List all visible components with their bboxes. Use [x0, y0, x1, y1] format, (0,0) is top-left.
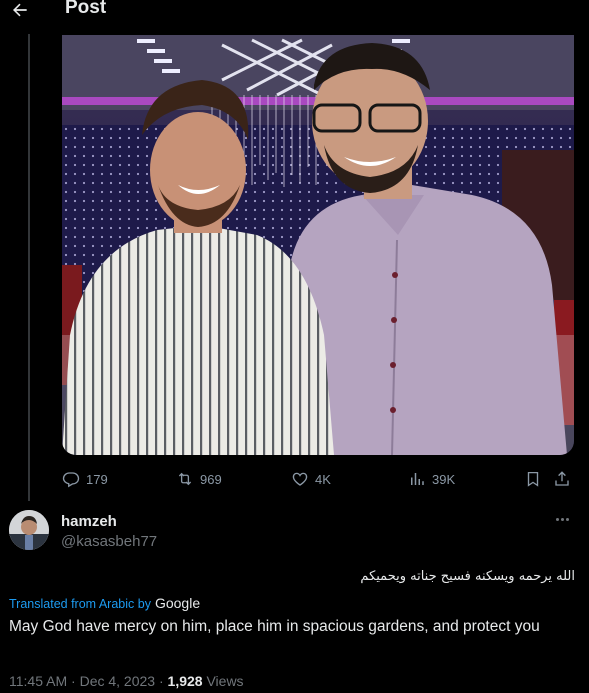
reply-count: 179 — [86, 471, 108, 487]
like-icon — [292, 472, 308, 486]
repost-count: 969 — [200, 471, 222, 487]
separator: · — [71, 673, 80, 689]
translated-from-link[interactable]: Translated from Arabic by — [9, 597, 151, 611]
like-button[interactable]: 4K — [291, 468, 331, 490]
more-dots-icon — [555, 517, 559, 521]
like-count: 4K — [315, 471, 331, 487]
photo-illustration — [62, 35, 574, 455]
reply-author: hamzeh @kasasbeh77 — [9, 510, 579, 554]
user-handle[interactable]: @kasasbeh77 — [61, 533, 157, 550]
translation-attribution: Translated from Arabic by Google — [9, 595, 200, 611]
back-button[interactable] — [6, 0, 34, 24]
views-count: 39K — [432, 471, 456, 487]
bookmark-button[interactable] — [524, 468, 542, 490]
avatar[interactable] — [9, 510, 49, 550]
avatar-image — [9, 510, 49, 550]
translated-text: May God have mercy on him, place him in … — [9, 618, 540, 635]
share-icon — [555, 471, 569, 486]
bookmark-icon — [527, 471, 539, 487]
post-date[interactable]: Dec 4, 2023 — [80, 673, 156, 689]
arrow-left-icon — [13, 3, 27, 17]
views-label: Views — [206, 673, 244, 689]
views-total: 1,928 — [167, 673, 203, 689]
repost-button[interactable]: 969 — [176, 468, 222, 490]
reply-button[interactable]: 179 — [62, 468, 108, 490]
thread-line — [28, 34, 30, 501]
top-bar: Post — [0, 0, 589, 34]
views-button[interactable]: 39K — [408, 468, 455, 490]
separator: · — [158, 673, 168, 689]
reply-icon — [62, 472, 80, 488]
original-text: الله يرحمه ويسكنه فسيح جناته ويحميكم — [360, 569, 575, 584]
more-options-button[interactable] — [551, 512, 573, 526]
post-meta: 11:45 AM · Dec 4, 2023 · 1,928 Views — [9, 673, 244, 689]
repost-icon — [178, 472, 192, 486]
post-image[interactable] — [62, 35, 574, 455]
page-title: Post — [65, 0, 107, 18]
display-name[interactable]: hamzeh — [61, 513, 117, 530]
share-button[interactable] — [553, 468, 571, 490]
google-logo: Google — [154, 595, 201, 611]
views-icon — [411, 473, 424, 485]
post-actions: 179 969 4K 39K — [62, 468, 574, 492]
post-time[interactable]: 11:45 AM — [9, 673, 67, 689]
